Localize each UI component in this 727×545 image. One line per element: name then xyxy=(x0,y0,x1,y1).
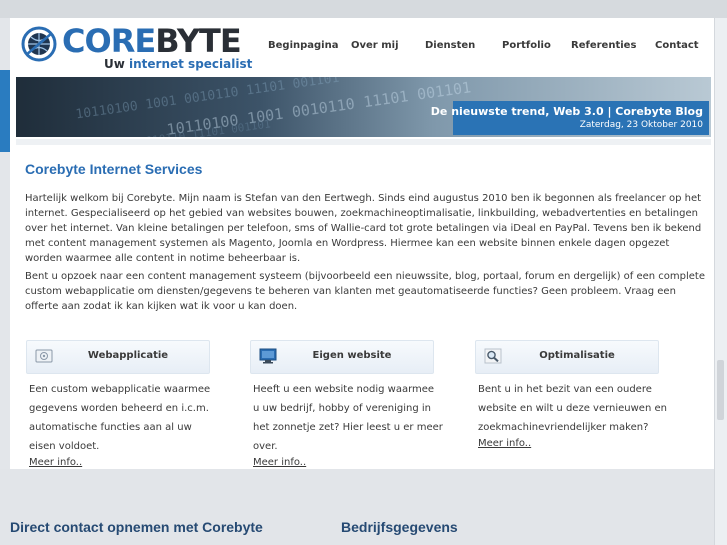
page-title: Corebyte Internet Services xyxy=(25,161,203,177)
service-description: Heeft u een website nodig waarmee u uw b… xyxy=(253,384,443,452)
logo-tagline: Uw internet specialist xyxy=(104,57,252,71)
scrollbar-thumb[interactable] xyxy=(717,360,724,420)
nav-referenties[interactable]: Referenties xyxy=(571,40,636,51)
logo-wordmark-byte: BYTE xyxy=(155,22,241,60)
logo-tagline-uw: Uw xyxy=(104,57,130,71)
service-eigen-website: Eigen website Heeft u een website nodig … xyxy=(250,340,460,470)
nav-contact[interactable]: Contact xyxy=(655,40,699,51)
globe-logo-icon xyxy=(21,26,57,62)
logo-wordmark-core: CORE xyxy=(62,22,156,60)
nav-diensten[interactable]: Diensten xyxy=(425,40,475,51)
service-header[interactable]: Webapplicatie xyxy=(26,340,210,374)
service-title: Webapplicatie xyxy=(87,350,169,361)
service-description: Bent u in het bezit van een oudere websi… xyxy=(478,384,667,433)
corebyte-logo[interactable]: COREBYTE Uw internet specialist xyxy=(20,22,252,73)
nav-portfolio[interactable]: Portfolio xyxy=(502,40,551,51)
page-container: COREBYTE Uw internet specialist Beginpag… xyxy=(10,18,715,469)
service-header[interactable]: Eigen website xyxy=(250,340,434,374)
hero-banner: 10110100 1001 0010110 11101 001101 10110… xyxy=(16,77,711,137)
left-accent-band xyxy=(0,70,10,152)
logo-wordmark: COREBYTE xyxy=(62,21,242,61)
company-details-heading: Bedrijfsgegevens xyxy=(341,519,458,535)
nav-over-mij[interactable]: Over mij xyxy=(351,40,399,51)
service-description: Een custom webapplicatie waarmee gegeven… xyxy=(29,384,211,452)
logo-tagline-specialist: internet specialist xyxy=(129,57,253,71)
blog-teaser-title[interactable]: De nieuwste trend, Web 3.0 | Corebyte Bl… xyxy=(431,105,703,118)
service-optimalisatie: Optimalisatie Bent u in het bezit van ee… xyxy=(475,340,685,451)
service-header[interactable]: Optimalisatie xyxy=(475,340,659,374)
blog-teaser[interactable]: De nieuwste trend, Web 3.0 | Corebyte Bl… xyxy=(431,101,709,135)
more-info-link[interactable]: Meer info.. xyxy=(253,456,460,470)
blog-teaser-date: Zaterdag, 23 Oktober 2010 xyxy=(579,120,703,130)
vertical-scrollbar[interactable] xyxy=(714,18,727,545)
more-info-link[interactable]: Meer info.. xyxy=(29,456,236,470)
intro-paragraph: Hartelijk welkom bij Corebyte. Mijn naam… xyxy=(25,193,702,264)
banner-underbar xyxy=(16,139,711,145)
more-info-link[interactable]: Meer info.. xyxy=(478,437,685,451)
service-title: Optimalisatie xyxy=(539,350,615,361)
cms-paragraph: Bent u opzoek naar een content managemen… xyxy=(25,271,706,312)
service-title: Eigen website xyxy=(312,350,392,361)
nav-beginpagina[interactable]: Beginpagina xyxy=(268,40,338,51)
service-webapplicatie: Webapplicatie Een custom webapplicatie w… xyxy=(26,340,236,470)
contact-heading: Direct contact opnemen met Corebyte xyxy=(10,519,263,535)
top-strip xyxy=(0,0,727,18)
